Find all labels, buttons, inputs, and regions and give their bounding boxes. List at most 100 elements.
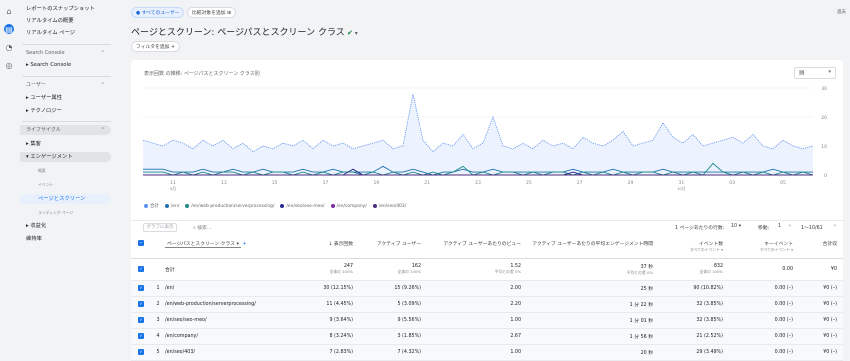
row-checkbox-cell[interactable]: ✓ [131, 328, 151, 345]
col-header-active-users[interactable]: アクティブ ユーザー [359, 236, 427, 259]
goto-label: 移動: [758, 226, 770, 231]
table-row[interactable]: ✓ 2/en/web-production/serverprocessing/11… [131, 296, 843, 313]
legend-item[interactable]: /en/company/ [330, 203, 367, 209]
table-row[interactable]: ✓ 4/en/company/8 (3.24%) 3 (1.85%) 2.67 1 分 … [131, 328, 843, 345]
row-checkbox-cell[interactable]: ✓ [131, 312, 151, 329]
totals-checkbox[interactable]: ✓ [138, 266, 144, 272]
row-metric-cell: 15 (9.26%) [359, 280, 427, 297]
sidebar-item-tech[interactable]: ▸ テクノロジー [26, 106, 111, 116]
legend-item[interactable]: /en/seo/seo-meo/ [280, 203, 325, 209]
row-checkbox[interactable]: ✓ [138, 349, 144, 355]
row-metric-cell: 7 (2.83%) [311, 344, 359, 361]
col-sublabel[interactable]: すべてのイベント ▾ [659, 247, 723, 253]
sidebar-item-demographics[interactable]: ▸ ユーザー属性 [26, 93, 111, 103]
sidebar-item-engagement[interactable]: ▾ エンゲージメント [20, 152, 111, 162]
total-sub: 平均との差 0% [494, 268, 521, 274]
chevron-down-icon: ▾ [236, 242, 239, 247]
sidebar-item-monetization[interactable]: ▸ 収益化 [26, 221, 111, 231]
sidebar-section-search-console[interactable]: Search Console ⌃ [26, 48, 111, 58]
row-metric-cell: 7 (4.32%) [359, 344, 427, 361]
sidebar-item-events[interactable]: イベント [38, 180, 111, 190]
sidebar-item-retention[interactable]: 維持率 [26, 234, 111, 244]
compare-chip[interactable]: 比較対象を追加 ⊞ [187, 7, 237, 18]
page-title: ページとスクリーン: ページパスとスクリーン クラス ✔ ▾ [131, 25, 358, 38]
row-metric-cell: 29 (3.49%) [659, 344, 729, 361]
legend-item[interactable]: /en/web-production/serverprocessing/ [185, 203, 274, 209]
row-metric-cell: ¥0 (–) [799, 344, 843, 361]
reports-icon[interactable]: ▤ [4, 24, 14, 34]
row-page-path[interactable]: /en/web-production/serverprocessing/ [165, 296, 311, 313]
add-filter-chip[interactable]: フィルタを追加 + [131, 41, 181, 52]
row-page-path[interactable]: /en/seo/403/ [165, 344, 311, 361]
chevron-down-icon[interactable]: ▾ [353, 30, 358, 37]
chart-title: 表示回数 の推移: ページパスとスクリーン クラス別 [144, 71, 260, 77]
goto-input[interactable]: 1 [778, 224, 781, 229]
table-body: ✓ 1/en/30 (12.15%) 15 (9.26%) 2.00 25 秒 90 (1… [131, 280, 843, 361]
sidebar-item-overview[interactable]: 概要 [38, 166, 111, 176]
row-metric-cell: 1 分 56 秒 [527, 328, 659, 345]
table-row[interactable]: ✓ 3/en/seo/seo-meo/9 (3.64%) 9 (5.56%) 1.00… [131, 312, 843, 329]
row-page-path[interactable]: /en/ [165, 280, 311, 297]
sidebar-item-realtime-pages[interactable]: リアルタイム ページ [26, 28, 111, 38]
row-metric-cell: 0.00 (–) [729, 312, 799, 329]
explore-icon[interactable]: ◔ [4, 42, 14, 52]
search-input[interactable]: ⌕ 検索... [193, 224, 211, 231]
col-label: アクティブ ユーザーあたりの平均エンゲージメント時間 [532, 242, 653, 247]
chart-type-dropdown[interactable]: ▤ ▾ [794, 67, 836, 79]
advertising-icon[interactable]: ◎ [4, 60, 14, 70]
prev-page-icon[interactable]: ‹ [789, 224, 791, 229]
dimension-select[interactable]: ページパスとスクリーン クラス ▾ [165, 240, 241, 248]
col-header-views-per-user[interactable]: アクティブ ユーザーあたりのビュー [427, 236, 527, 259]
sidebar-item-landing[interactable]: ランディング ページ [38, 208, 111, 218]
row-checkbox-cell[interactable]: ✓ [131, 296, 151, 313]
x-tick-label: 21 [424, 180, 430, 186]
select-all-checkbox[interactable]: − [138, 240, 144, 246]
sidebar-item-pages-screens[interactable]: ページとスクリーン [20, 194, 111, 204]
home-icon[interactable]: ⌂ [4, 6, 14, 16]
y-tick-label: 30 [821, 86, 827, 92]
next-page-icon[interactable]: › [834, 224, 836, 229]
legend-item[interactable]: 合計 [144, 203, 159, 209]
add-dimension-icon[interactable]: + [242, 242, 246, 247]
col-label: ↓ 表示回数 [328, 242, 353, 247]
legend-label: /en/company/ [336, 203, 367, 209]
col-sublabel[interactable]: すべてのイベント ▾ [729, 247, 793, 253]
col-header-key-events[interactable]: キーイベント すべてのイベント ▾ [729, 236, 799, 259]
row-page-path[interactable]: /en/company/ [165, 328, 311, 345]
row-checkbox[interactable]: ✓ [138, 285, 144, 291]
legend-item[interactable]: /en/seo/403/ [372, 203, 406, 209]
sidebar-item-realtime-overview[interactable]: リアルタイムの概要 [26, 16, 111, 26]
select-all-cell[interactable]: − [131, 236, 151, 259]
col-header-views[interactable]: ↓ 表示回数 [311, 236, 359, 259]
legend-item[interactable]: /en/ [164, 203, 179, 209]
legend-label: 合計 [150, 204, 159, 209]
table-toolbar: グラフに表示 ⌕ 検索... 1 ページあたりの行数: 10 ▾ 移動: 1 ‹… [131, 220, 843, 234]
col-header-event-count[interactable]: イベント数 すべてのイベント ▾ [659, 236, 729, 259]
rows-per-page-select[interactable]: 10 ▾ [731, 224, 741, 229]
row-checkbox-cell[interactable]: ✓ [131, 344, 151, 361]
row-metric-cell: 1.00 [427, 344, 527, 361]
date-range-label[interactable]: 過去 [837, 9, 846, 15]
plot-rows-button[interactable]: グラフに表示 [143, 223, 177, 232]
row-checkbox[interactable]: ✓ [138, 317, 144, 323]
col-header-revenue[interactable]: 合計収 [799, 236, 843, 259]
row-page-path[interactable]: /en/seo/seo-meo/ [165, 312, 311, 329]
sidebar-section-lifecycle[interactable]: ライフサイクル ⌃ [20, 125, 111, 135]
col-header-engagement-time[interactable]: アクティブ ユーザーあたりの平均エンゲージメント時間 [527, 236, 659, 259]
totals-checkbox-cell[interactable]: ✓ [131, 258, 151, 281]
table-row[interactable]: ✓ 5/en/seo/403/7 (2.83%) 7 (4.32%) 1.00 20 秒… [131, 344, 843, 361]
segment-chip[interactable]: ● すべてのユーザー [131, 7, 185, 18]
row-checkbox[interactable]: ✓ [138, 333, 144, 339]
dimension-label: ページパスとスクリーン クラス [167, 242, 235, 247]
segment-chip-label: すべてのユーザー [141, 11, 180, 16]
row-checkbox-cell[interactable]: ✓ [131, 280, 151, 297]
table-row[interactable]: ✓ 1/en/30 (12.15%) 15 (9.26%) 2.00 25 秒 90 (1… [131, 280, 843, 297]
dimension-header[interactable]: ページパスとスクリーン クラス ▾ + [165, 236, 311, 259]
sidebar-item-acquisition[interactable]: ▸ 集客 [26, 139, 111, 149]
row-checkbox[interactable]: ✓ [138, 301, 144, 307]
sidebar-section-user[interactable]: ユーザー ⌃ [26, 80, 111, 90]
legend-label: /en/seo/seo-meo/ [286, 203, 325, 209]
sidebar-item-search-console[interactable]: ▸ Search Console [26, 60, 111, 70]
sidebar-item-snapshot[interactable]: レポートのスナップショット [26, 4, 111, 14]
plus-icon: ⊞ [225, 11, 232, 16]
